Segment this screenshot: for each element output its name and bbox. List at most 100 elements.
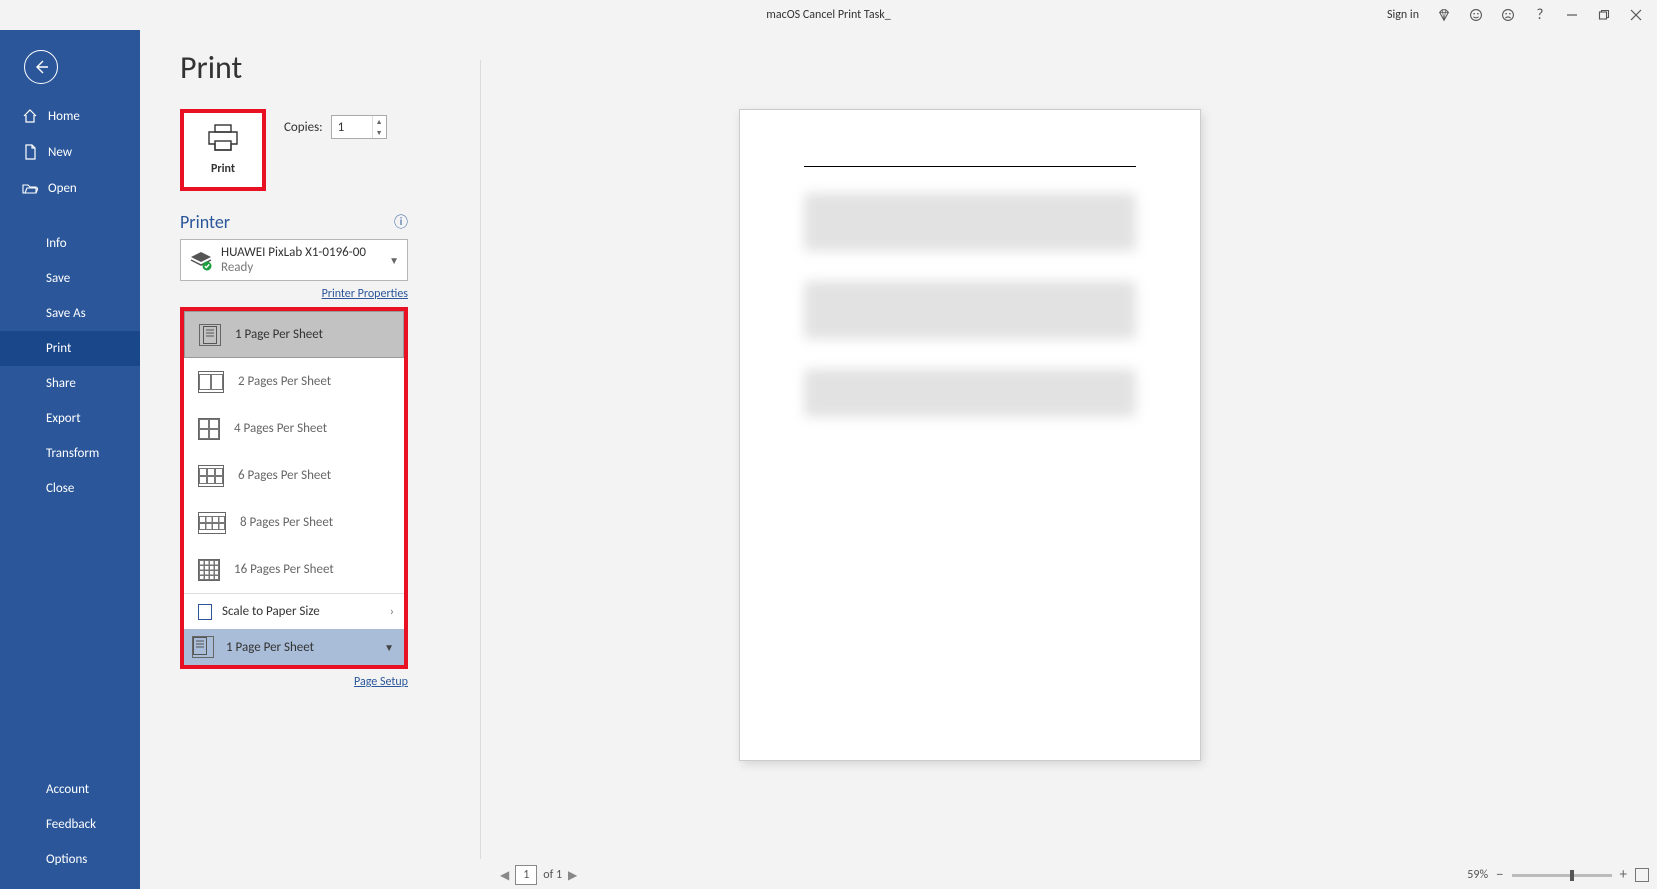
printer-heading: Printer: [180, 211, 230, 233]
option-2-pages-per-sheet[interactable]: 2 Pages Per Sheet: [184, 358, 404, 405]
scale-label: Scale to Paper Size: [222, 604, 320, 619]
option-label: 4 Pages Per Sheet: [234, 421, 327, 436]
sidebar-item-label: Options: [46, 852, 87, 867]
option-label: 1 Page Per Sheet: [235, 327, 323, 342]
sidebar-item-close[interactable]: Close: [0, 471, 140, 506]
scale-icon: [198, 604, 212, 620]
preview-text-block: [804, 369, 1136, 417]
sidebar-item-home[interactable]: Home: [0, 98, 140, 134]
stepper-up-icon[interactable]: ▲: [373, 116, 386, 127]
zoom-slider-handle[interactable]: [1570, 870, 1574, 881]
chevron-down-icon: ▼: [389, 254, 399, 267]
prev-page-button[interactable]: ◀: [500, 868, 509, 883]
zoom-percent: 59%: [1467, 868, 1488, 882]
printer-ready-icon: [189, 249, 213, 271]
copies-value: 1: [338, 120, 345, 135]
scale-to-paper-size-menu[interactable]: Scale to Paper Size ›: [184, 593, 404, 629]
sidebar-item-label: Save As: [46, 306, 86, 321]
sidebar-item-new[interactable]: New: [0, 134, 140, 170]
minimize-icon[interactable]: [1565, 8, 1579, 22]
sidebar-item-open[interactable]: Open: [0, 170, 140, 206]
option-label: 2 Pages Per Sheet: [238, 374, 331, 389]
printer-info-icon[interactable]: ⓘ: [394, 212, 408, 232]
option-label: 16 Pages Per Sheet: [234, 562, 334, 577]
sidebar-item-label: Info: [46, 236, 67, 251]
vertical-divider: [480, 60, 481, 859]
sheet-2-icon: [198, 371, 224, 393]
next-page-button[interactable]: ▶: [568, 868, 577, 883]
document-title: macOS Cancel Print Task_: [766, 8, 890, 22]
option-1-page-per-sheet[interactable]: 1 Page Per Sheet: [184, 311, 404, 358]
printer-name: HUAWEI PixLab X1-0196-00: [221, 245, 366, 260]
sidebar-item-label: Open: [48, 181, 77, 196]
option-label: 8 Pages Per Sheet: [240, 515, 333, 530]
back-button[interactable]: [24, 50, 58, 84]
sidebar-item-label: New: [48, 145, 72, 160]
chevron-right-icon: ›: [390, 605, 394, 619]
preview-horizontal-rule: [804, 166, 1136, 167]
printer-icon: [206, 124, 240, 152]
print-preview-pane: ◀ 1 of 1 ▶ 59% − +: [480, 30, 1657, 889]
pages-per-sheet-options: 1 Page Per Sheet 2 Pages Per Sheet 4 Pag…: [184, 311, 404, 593]
option-8-pages-per-sheet[interactable]: 8 Pages Per Sheet: [184, 499, 404, 546]
close-icon[interactable]: [1629, 8, 1643, 22]
sidebar-item-share[interactable]: Share: [0, 366, 140, 401]
sheet-4-icon: [198, 418, 220, 440]
sheet-1-icon: [199, 324, 221, 346]
print-settings-pane: Print Print Copies: 1 ▲: [140, 30, 480, 889]
preview-status-bar: ◀ 1 of 1 ▶ 59% − +: [500, 865, 1649, 885]
page-navigator: ◀ 1 of 1 ▶: [500, 865, 577, 885]
zoom-out-button[interactable]: −: [1496, 866, 1503, 884]
folder-open-icon: [22, 180, 38, 196]
page-title: Print: [180, 48, 480, 87]
chevron-down-icon: ▼: [384, 641, 394, 654]
sheet-1-icon: [192, 636, 214, 658]
copies-stepper[interactable]: 1 ▲ ▼: [331, 115, 387, 139]
sad-face-icon[interactable]: [1501, 8, 1515, 22]
sidebar-item-label: Export: [46, 411, 81, 426]
sidebar-item-label: Account: [46, 782, 89, 797]
current-page-input[interactable]: 1: [515, 865, 537, 885]
zoom-to-page-button[interactable]: [1635, 868, 1649, 882]
title-bar: macOS Cancel Print Task_ Sign in ?: [0, 0, 1657, 30]
zoom-slider[interactable]: [1512, 874, 1612, 877]
sidebar-item-transform[interactable]: Transform: [0, 436, 140, 471]
sidebar-item-export[interactable]: Export: [0, 401, 140, 436]
sheet-16-icon: [198, 559, 220, 581]
sidebar-item-label: Print: [46, 341, 71, 356]
restore-icon[interactable]: [1597, 8, 1611, 22]
preview-page: [740, 110, 1200, 760]
help-icon[interactable]: ?: [1533, 8, 1547, 22]
backstage-sidebar: Home New Open Info Save Save As Print Sh…: [0, 30, 140, 889]
printer-dropdown[interactable]: HUAWEI PixLab X1-0196-00 Ready ▼: [180, 239, 408, 281]
print-button-label: Print: [211, 162, 235, 176]
sidebar-item-feedback[interactable]: Feedback: [0, 807, 140, 842]
sidebar-item-info[interactable]: Info: [0, 226, 140, 261]
sidebar-item-save-as[interactable]: Save As: [0, 296, 140, 331]
page-of-label: of 1: [543, 868, 562, 882]
home-icon: [22, 108, 38, 124]
print-button[interactable]: Print: [180, 109, 266, 191]
diamond-icon[interactable]: [1437, 8, 1451, 22]
sidebar-item-options[interactable]: Options: [0, 842, 140, 877]
preview-text-block: [804, 281, 1136, 339]
printer-properties-link[interactable]: Printer Properties: [180, 287, 408, 301]
stepper-down-icon[interactable]: ▼: [373, 127, 386, 138]
sheet-6-icon: [198, 465, 224, 487]
copies-label: Copies:: [284, 120, 323, 135]
smile-face-icon[interactable]: [1469, 8, 1483, 22]
sidebar-item-print[interactable]: Print: [0, 331, 140, 366]
pages-per-sheet-selector[interactable]: 1 Page Per Sheet ▼: [184, 629, 404, 665]
option-6-pages-per-sheet[interactable]: 6 Pages Per Sheet: [184, 452, 404, 499]
preview-text-block: [804, 193, 1136, 251]
sidebar-item-account[interactable]: Account: [0, 772, 140, 807]
page-setup-link[interactable]: Page Setup: [180, 675, 408, 689]
sidebar-item-save[interactable]: Save: [0, 261, 140, 296]
option-4-pages-per-sheet[interactable]: 4 Pages Per Sheet: [184, 405, 404, 452]
sidebar-item-label: Save: [46, 271, 70, 286]
sign-in-link[interactable]: Sign in: [1387, 8, 1419, 22]
sidebar-item-label: Share: [46, 376, 76, 391]
pages-per-sheet-dropdown: 1 Page Per Sheet 2 Pages Per Sheet 4 Pag…: [180, 307, 408, 669]
option-16-pages-per-sheet[interactable]: 16 Pages Per Sheet: [184, 546, 404, 593]
zoom-in-button[interactable]: +: [1620, 866, 1627, 884]
